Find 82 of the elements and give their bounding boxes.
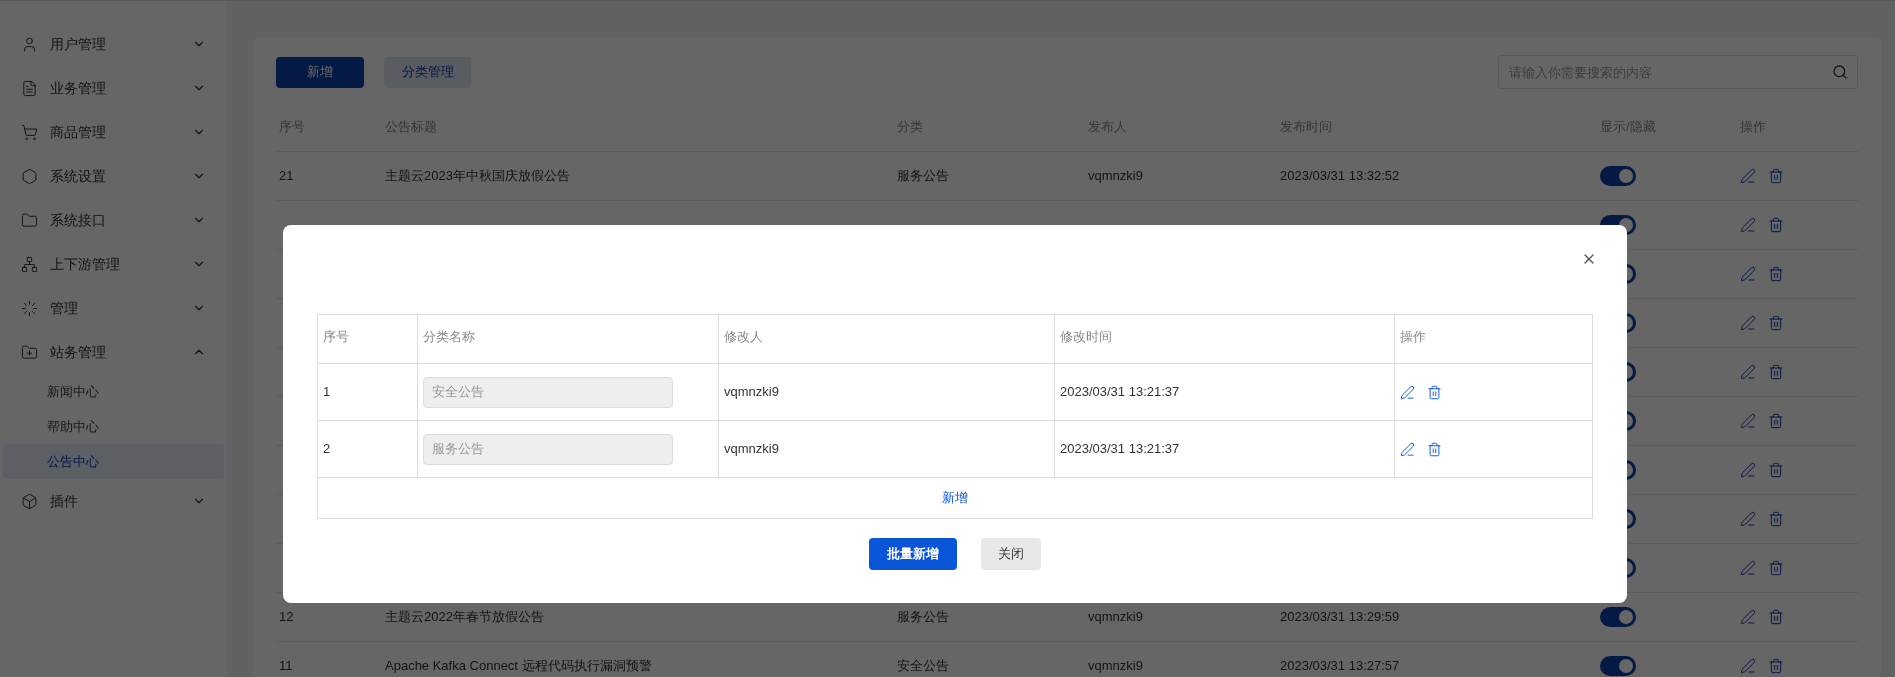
edit-icon[interactable] [1740,168,1756,184]
sidebar-item[interactable]: 管理 [3,286,224,330]
sidebar-subitem[interactable]: 新闻中心 [3,374,224,409]
table-cell-text: Apache Kafka Connect 远程代码执行漏洞预警 [384,657,653,676]
sidebar-item[interactable]: 系统设置 [3,154,224,198]
cart-icon [21,123,38,141]
table-cell: 1 [318,364,418,420]
edit-icon[interactable] [1740,266,1756,282]
sidebar-item[interactable]: 商品管理 [3,110,224,154]
table-cell-text: vqmnzki9 [1087,657,1144,676]
edit-icon[interactable] [1740,217,1756,233]
table-cell-text: 服务公告 [896,167,950,186]
table-cell-text: vqmnzki9 [1087,167,1144,186]
batch-add-button[interactable]: 批量新增 [869,538,957,570]
table-cell-text: 12 [278,608,295,627]
delete-icon[interactable] [1768,560,1784,576]
burst-icon [21,299,38,317]
folder-plus-icon [21,343,38,361]
delete-icon[interactable] [1768,364,1784,380]
box-icon [21,492,38,510]
edit-icon[interactable] [1400,441,1415,457]
toggle-switch[interactable] [1600,166,1636,186]
edit-icon[interactable] [1740,560,1756,576]
sidebar-item[interactable]: 业务管理 [3,66,224,110]
delete-icon[interactable] [1768,413,1784,429]
sidebar-subitem[interactable]: 帮助中心 [3,409,224,444]
edit-icon[interactable] [1740,413,1756,429]
folder-icon [21,211,38,229]
sidebar-item[interactable]: 用户管理 [3,22,224,66]
delete-icon[interactable] [1768,511,1784,527]
table-cell-text: 安全公告 [896,657,950,676]
sidebar-item[interactable]: 插件 [3,479,224,523]
table-cell-text: 11 [278,657,294,676]
table-cell-text: 主题云2022年春节放假公告 [384,608,545,627]
column-header: 序号 [318,315,418,363]
delete-icon[interactable] [1427,441,1442,457]
table-cell-text: 21 [278,167,295,186]
toggle-switch[interactable] [1600,607,1636,627]
sidebar-subitem[interactable]: 公告中心 [3,444,224,479]
table-cell-text: 2023/03/31 13:29:59 [1279,608,1401,627]
table-cell-text: 主题云2023年中秋国庆放假公告 [384,167,571,186]
edit-icon[interactable] [1740,462,1756,478]
edit-icon[interactable] [1400,384,1415,400]
edit-icon[interactable] [1740,364,1756,380]
edit-icon[interactable] [1740,315,1756,331]
delete-icon[interactable] [1768,658,1784,674]
delete-icon[interactable] [1768,217,1784,233]
column-header: 操作 [1399,328,1427,346]
edit-icon[interactable] [1740,609,1756,625]
table-cell-text: 服务公告 [896,608,950,627]
delete-icon[interactable] [1427,384,1442,400]
network-icon [21,255,38,273]
table-cell: vqmnzki9 [719,421,1055,477]
table-cell-text: 2023/03/31 13:32:52 [1279,167,1401,186]
add-button[interactable]: 新增 [276,56,364,88]
category-button[interactable]: 分类管理 [384,56,471,88]
delete-icon[interactable] [1768,266,1784,282]
close-button[interactable]: 关闭 [981,538,1041,570]
table-cell: 2023/03/31 13:21:37 [1055,421,1395,477]
table-cell: vqmnzki9 [719,364,1055,420]
table-cell: 2 [318,421,418,477]
sidebar-item[interactable]: 系统接口 [3,198,224,242]
column-header: 分类名称 [418,315,719,363]
column-header: 修改人 [719,315,1055,363]
column-header: 修改时间 [1055,315,1395,363]
edit-icon[interactable] [1740,511,1756,527]
table-cell-text: vqmnzki9 [1087,608,1144,627]
sidebar-item[interactable]: 站务管理 [3,330,224,374]
delete-icon[interactable] [1768,168,1784,184]
user-icon [21,35,38,53]
delete-icon[interactable] [1768,315,1784,331]
search-icon[interactable] [1832,64,1848,80]
hexagon-icon [21,167,38,185]
table-cell: 2023/03/31 13:21:37 [1055,364,1395,420]
document-icon [21,79,38,97]
delete-icon[interactable] [1768,462,1784,478]
sidebar-item[interactable]: 上下游管理 [3,242,224,286]
edit-icon[interactable] [1740,658,1756,674]
table-cell-text: 2023/03/31 13:27:57 [1279,657,1401,676]
add-row-link[interactable]: 新增 [942,488,968,508]
delete-icon[interactable] [1768,609,1784,625]
toggle-switch[interactable] [1600,656,1636,676]
